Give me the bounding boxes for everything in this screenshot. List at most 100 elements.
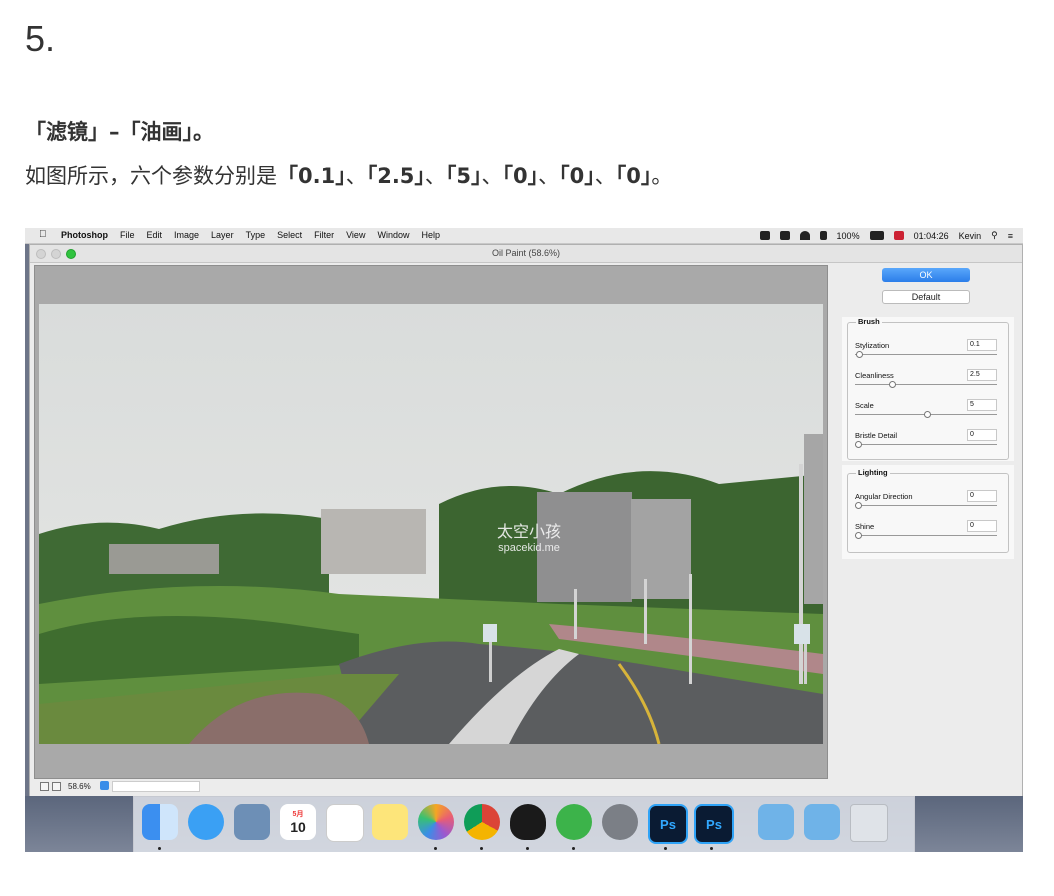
screenshot:  Photoshop File Edit Image Layer Type S…: [25, 228, 1023, 852]
preview-status-bar: 58.6%: [34, 779, 826, 793]
separator: 、: [594, 164, 616, 188]
qq-status-icon[interactable]: [759, 231, 770, 240]
cleanliness-slider[interactable]: [889, 381, 897, 388]
running-indicator: [480, 847, 483, 850]
instruction-prefix: 如图所示，六个参数分别是: [25, 164, 277, 188]
stylization-label: Stylization: [855, 341, 890, 350]
messages-icon[interactable]: [188, 804, 224, 840]
instruction-end: 。: [651, 164, 673, 188]
downloads-folder-icon[interactable]: [804, 804, 840, 840]
system-preferences-icon[interactable]: [602, 804, 638, 840]
volume-icon[interactable]: [819, 231, 827, 240]
flag-icon[interactable]: [893, 231, 904, 240]
lighting-group: Lighting Angular Direction 0 Shine 0: [847, 468, 1009, 553]
ok-button[interactable]: OK: [882, 268, 970, 282]
menu-help[interactable]: Help: [421, 230, 440, 240]
zoom-dropdown-icon[interactable]: [100, 781, 109, 790]
preview-canvas[interactable]: 太空小孩 spacekid.me: [34, 265, 828, 779]
menu-select[interactable]: Select: [277, 230, 302, 240]
shine-label: Shine: [855, 522, 875, 531]
zoom-in-icon[interactable]: [52, 782, 61, 791]
dock: 5月 10 Ps Ps: [133, 796, 915, 852]
instruction-line-2: 如图所示，六个参数分别是「0.1」、「2.5」、「5」、「0」、「0」、「0」。: [25, 160, 672, 190]
calendar-icon[interactable]: 5月 10: [280, 804, 316, 840]
separator: 、: [345, 164, 367, 188]
menu-items: Photoshop File Edit Image Layer Type Sel…: [61, 230, 440, 240]
oil-paint-dialog: Oil Paint (58.6%) 太空小孩 spacekid.me 58.6%…: [29, 244, 1023, 798]
lighting-section: Lighting Angular Direction 0 Shine 0: [842, 465, 1014, 559]
wifi-icon[interactable]: [799, 231, 810, 240]
preview-photo: [39, 304, 823, 744]
running-indicator: [664, 847, 667, 850]
bristle-detail-track: [855, 444, 997, 445]
trash-icon[interactable]: [850, 804, 888, 842]
reminders-icon[interactable]: [326, 804, 364, 842]
photoshop-icon[interactable]: Ps: [648, 804, 688, 844]
calendar-day: 10: [290, 819, 306, 835]
cleanliness-field[interactable]: 2.5: [967, 369, 997, 381]
cleanliness-track: [855, 384, 997, 385]
notes-icon[interactable]: [372, 804, 408, 840]
wechat-icon[interactable]: [556, 804, 592, 840]
menu-bar:  Photoshop File Edit Image Layer Type S…: [25, 228, 1023, 244]
lighting-title: Lighting: [856, 468, 890, 477]
chrome-icon[interactable]: [464, 804, 500, 840]
status-area: 100% 01:04:26 Kevin ⚲ ≡: [759, 230, 1013, 241]
menu-image[interactable]: Image: [174, 230, 199, 240]
running-indicator: [710, 847, 713, 850]
value-1: 「0.1」: [277, 164, 346, 188]
wechat-status-icon[interactable]: [779, 231, 790, 240]
running-indicator: [526, 847, 529, 850]
scale-label: Scale: [855, 401, 874, 410]
bristle-detail-label: Bristle Detail: [855, 431, 898, 440]
menu-edit[interactable]: Edit: [147, 230, 163, 240]
clock[interactable]: 01:04:26: [914, 231, 949, 241]
photos-icon[interactable]: [418, 804, 454, 840]
angular-direction-slider[interactable]: [855, 502, 862, 509]
stylization-field[interactable]: 0.1: [967, 339, 997, 351]
preview-icon[interactable]: [234, 804, 270, 840]
scale-slider[interactable]: [923, 411, 931, 418]
menu-app-name[interactable]: Photoshop: [61, 230, 108, 240]
watermark-sub: spacekid.me: [498, 542, 560, 554]
angular-direction-field[interactable]: 0: [967, 490, 997, 502]
scale-param: Scale 5: [855, 399, 1001, 425]
user-name[interactable]: Kevin: [959, 231, 982, 241]
shine-track: [855, 535, 997, 536]
menu-type[interactable]: Type: [246, 230, 266, 240]
value-5: 「0」: [559, 164, 595, 188]
photoshop-icon[interactable]: Ps: [694, 804, 734, 844]
brush-title: Brush: [856, 317, 882, 326]
menu-layer[interactable]: Layer: [211, 230, 234, 240]
default-button[interactable]: Default: [882, 290, 970, 304]
apple-icon[interactable]: : [39, 229, 47, 240]
bristle-detail-field[interactable]: 0: [967, 429, 997, 441]
bristle-detail-slider[interactable]: [855, 441, 862, 448]
value-2: 「2.5」: [366, 164, 425, 188]
separator: 、: [481, 164, 503, 188]
shine-param: Shine 0: [855, 520, 1001, 546]
value-4: 「0」: [502, 164, 539, 188]
shine-slider[interactable]: [855, 532, 862, 539]
settings-panel: OK Default Brush Stylization 0.1 Cleanli…: [842, 265, 1020, 795]
zoom-level: 58.6%: [68, 782, 91, 791]
shine-field[interactable]: 0: [967, 520, 997, 532]
cleanliness-label: Cleanliness: [855, 371, 894, 380]
menu-view[interactable]: View: [346, 230, 365, 240]
title-bar: Oil Paint (58.6%): [30, 245, 1022, 263]
app-store-folder-icon[interactable]: [758, 804, 794, 840]
notification-center-icon[interactable]: ≡: [1008, 231, 1013, 241]
battery-icon[interactable]: [869, 231, 884, 240]
menu-filter[interactable]: Filter: [314, 230, 334, 240]
qq-icon[interactable]: [510, 804, 546, 840]
spotlight-icon[interactable]: ⚲: [991, 230, 998, 241]
stylization-param: Stylization 0.1: [855, 339, 1001, 365]
finder-icon[interactable]: [142, 804, 178, 840]
scale-field[interactable]: 5: [967, 399, 997, 411]
campus-scene-image: [39, 304, 823, 744]
running-indicator: [572, 847, 575, 850]
menu-file[interactable]: File: [120, 230, 135, 240]
menu-window[interactable]: Window: [377, 230, 409, 240]
stylization-slider[interactable]: [856, 351, 864, 358]
zoom-out-icon[interactable]: [40, 782, 49, 791]
